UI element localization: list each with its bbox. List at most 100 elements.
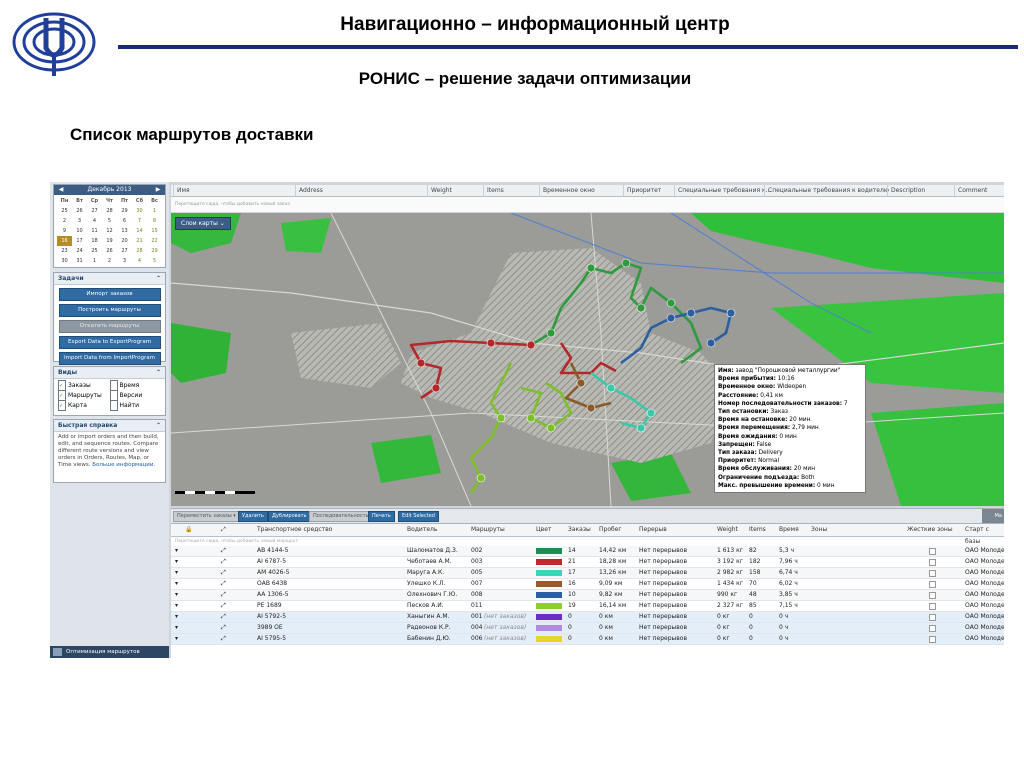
- hard-zones-checkbox[interactable]: [929, 614, 936, 621]
- calendar-day[interactable]: 9: [57, 226, 72, 236]
- calendar-day[interactable]: 10: [72, 226, 87, 236]
- sequence-button[interactable]: Последовательность: [309, 511, 373, 522]
- order-col-weight[interactable]: Weight: [427, 185, 452, 196]
- calendar-day[interactable]: 30: [132, 206, 147, 216]
- route-row[interactable]: ▾ ⤢ AI 6787-5 Чеботаев А.М. 003 21 18,28 км Нет…: [171, 557, 1004, 568]
- checkbox[interactable]: ✓: [58, 400, 66, 411]
- calendar-day[interactable]: 13: [117, 226, 132, 236]
- duplicate-button[interactable]: Дублировать: [268, 511, 311, 522]
- hard-zones-checkbox[interactable]: [929, 603, 936, 610]
- route-color-swatch[interactable]: [536, 636, 562, 642]
- hard-zones-checkbox[interactable]: [929, 548, 936, 555]
- collapse-icon[interactable]: ⌃: [156, 367, 161, 378]
- route-color-swatch[interactable]: [536, 603, 562, 609]
- hard-zones-checkbox[interactable]: [929, 592, 936, 599]
- calendar-day[interactable]: 31: [72, 256, 87, 266]
- calendar-day[interactable]: 26: [72, 206, 87, 216]
- route-row[interactable]: ▾ ⤢ AI 5792-5 Ханыгин А.М. 001 0 0 км Нет перер…: [171, 612, 1004, 623]
- route-row[interactable]: ▾ ⤢ AI 5795-5 Бабенин Д.Ю. 006 0 0 км Нет перер…: [171, 634, 1004, 645]
- calendar-day[interactable]: 7: [132, 216, 147, 226]
- route-row[interactable]: ▾ ⤢ ОАВ 6438 Улешко К.Л. 007 16 9,09 км Нет пер…: [171, 579, 1004, 590]
- calendar-day[interactable]: 24: [72, 246, 87, 256]
- vehicle-icon[interactable]: ⤢: [221, 634, 226, 644]
- collapse-icon[interactable]: ⌃: [156, 273, 161, 284]
- route-color-swatch[interactable]: [536, 559, 562, 565]
- vehicle-icon[interactable]: ⤢: [221, 612, 226, 622]
- order-col-priority[interactable]: Приоритет: [623, 185, 661, 196]
- vehicle-icon[interactable]: ⤢: [221, 557, 226, 567]
- view-toggle[interactable]: ✓ Заказы: [58, 380, 110, 391]
- hard-zones-checkbox[interactable]: [929, 570, 936, 577]
- order-col-time-window[interactable]: Временное окно: [539, 185, 595, 196]
- calendar-day[interactable]: 26: [102, 246, 117, 256]
- map-layers-button[interactable]: Слои карты ⌄: [175, 217, 231, 230]
- route-color-swatch[interactable]: [536, 548, 562, 554]
- col-weight[interactable]: Weight: [717, 524, 738, 536]
- collapse-icon[interactable]: ⌃: [156, 420, 161, 431]
- expand-row-icon[interactable]: ▾: [175, 557, 178, 567]
- col-color[interactable]: Цвет: [536, 524, 551, 536]
- vehicle-icon[interactable]: ⤢: [221, 579, 226, 589]
- build-routes-button[interactable]: Построить маршруты: [58, 304, 161, 317]
- calendar-day[interactable]: 30: [57, 256, 72, 266]
- route-row[interactable]: ▾ ⤢ AA 1306-5 Олехнович Г.Ю. 008 10 9,82 км Нет…: [171, 590, 1004, 601]
- route-color-swatch[interactable]: [536, 570, 562, 576]
- calendar-day[interactable]: 2: [102, 256, 117, 266]
- delete-button[interactable]: Удалить: [238, 511, 268, 522]
- hard-zones-checkbox[interactable]: [929, 625, 936, 632]
- calendar-day[interactable]: 27: [117, 246, 132, 256]
- route-row[interactable]: ▾ ⤢ АВ 4144-5 Шаломатов Д.З. 002 14 14,42 км Не…: [171, 546, 1004, 557]
- expand-row-icon[interactable]: ▾: [175, 546, 178, 556]
- calendar-day[interactable]: 15: [147, 226, 162, 236]
- expand-row-icon[interactable]: ▾: [175, 590, 178, 600]
- vehicle-icon[interactable]: ⤢: [221, 568, 226, 578]
- left-footer-tab[interactable]: Оптимизация маршрутов: [50, 646, 169, 658]
- col-hard-zones[interactable]: Жесткие зоны: [907, 524, 953, 536]
- calendar-day[interactable]: 14: [132, 226, 147, 236]
- calendar-day[interactable]: 3: [72, 216, 87, 226]
- calendar-day[interactable]: 25: [87, 246, 102, 256]
- calendar-day[interactable]: 18: [87, 236, 102, 246]
- col-vehicle[interactable]: Транспортное средство: [257, 524, 332, 536]
- map-tab[interactable]: Ma: [982, 509, 1004, 523]
- order-col-driver-req[interactable]: Специальные требования к водителю: [764, 185, 889, 196]
- calendar-day[interactable]: 3: [117, 256, 132, 266]
- col-route[interactable]: Маршруты: [471, 524, 505, 536]
- calendar-day[interactable]: 4: [87, 216, 102, 226]
- view-toggle[interactable]: ✓ Маршруты: [58, 390, 110, 401]
- calendar-day[interactable]: 4: [132, 256, 147, 266]
- expand-row-icon[interactable]: ▾: [175, 623, 178, 633]
- route-row[interactable]: ▾ ⤢ 3989 ОЕ Радеонов К.Р. 004 0 0 км Нет переры…: [171, 623, 1004, 634]
- hard-zones-checkbox[interactable]: [929, 559, 936, 566]
- route-row[interactable]: ▾ ⤢ AM 4026-5 Маруга А.К. 005 17 13,26 км Нет п…: [171, 568, 1004, 579]
- rollback-routes-button[interactable]: Откатить маршруты: [58, 320, 161, 333]
- col-zones[interactable]: Зоны: [811, 524, 827, 536]
- route-color-swatch[interactable]: [536, 614, 562, 620]
- edit-selected-button[interactable]: Edit Selected: [398, 511, 439, 522]
- order-col-description[interactable]: Description: [887, 185, 925, 196]
- expand-row-icon[interactable]: ▾: [175, 601, 178, 611]
- vehicle-icon[interactable]: ⤢: [221, 546, 226, 556]
- move-orders-dropdown[interactable]: Переместить заказы ▾: [173, 511, 241, 522]
- route-color-swatch[interactable]: [536, 581, 562, 587]
- route-color-swatch[interactable]: [536, 625, 562, 631]
- order-col-items[interactable]: Items: [483, 185, 504, 196]
- col-driver[interactable]: Водитель: [407, 524, 437, 536]
- calendar-day[interactable]: 27: [87, 206, 102, 216]
- calendar-day[interactable]: 21: [132, 236, 147, 246]
- col-orders[interactable]: Заказы: [568, 524, 591, 536]
- calendar-day[interactable]: 20: [117, 236, 132, 246]
- calendar-day[interactable]: 5: [102, 216, 117, 226]
- hard-zones-checkbox[interactable]: [929, 581, 936, 588]
- calendar-day[interactable]: 19: [102, 236, 117, 246]
- calendar-day[interactable]: 29: [147, 246, 162, 256]
- calendar-day[interactable]: 12: [102, 226, 117, 236]
- calendar-day[interactable]: 25: [57, 206, 72, 216]
- calendar-day[interactable]: 22: [147, 236, 162, 246]
- calendar-day[interactable]: 28: [102, 206, 117, 216]
- expand-row-icon[interactable]: ▾: [175, 612, 178, 622]
- calendar-day[interactable]: 28: [132, 246, 147, 256]
- next-month-icon[interactable]: ▶: [153, 185, 163, 195]
- export-data-button[interactable]: Export Data to ExportProgram: [58, 336, 161, 349]
- calendar-day[interactable]: 11: [87, 226, 102, 236]
